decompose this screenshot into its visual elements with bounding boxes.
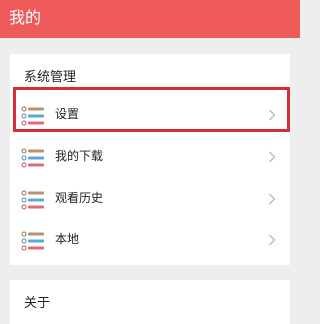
menu-item-downloads[interactable]: 我的下载 bbox=[10, 136, 290, 176]
list-icon bbox=[21, 148, 44, 168]
menu-item-local[interactable]: 本地 bbox=[10, 219, 290, 259]
page-title: 我的 bbox=[9, 8, 42, 27]
list-icon bbox=[21, 190, 44, 210]
section-title-about: 关于 bbox=[24, 296, 51, 311]
list-icon bbox=[21, 231, 44, 251]
menu-item-label: 本地 bbox=[55, 232, 80, 246]
highlight-box bbox=[13, 87, 290, 132]
section-title-system: 系统管理 bbox=[24, 70, 77, 85]
chevron-right-icon bbox=[269, 234, 276, 246]
about-card[interactable]: 关于 bbox=[10, 280, 290, 324]
app-header: 我的 bbox=[0, 0, 300, 38]
menu-item-label: 我的下载 bbox=[55, 149, 104, 163]
system-management-card: 系统管理 设置 我的下载 观看历史 本地 bbox=[10, 54, 290, 265]
menu-item-label: 观看历史 bbox=[55, 191, 104, 205]
menu-item-history[interactable]: 观看历史 bbox=[10, 178, 290, 218]
chevron-right-icon bbox=[269, 151, 276, 163]
chevron-right-icon bbox=[269, 193, 276, 205]
